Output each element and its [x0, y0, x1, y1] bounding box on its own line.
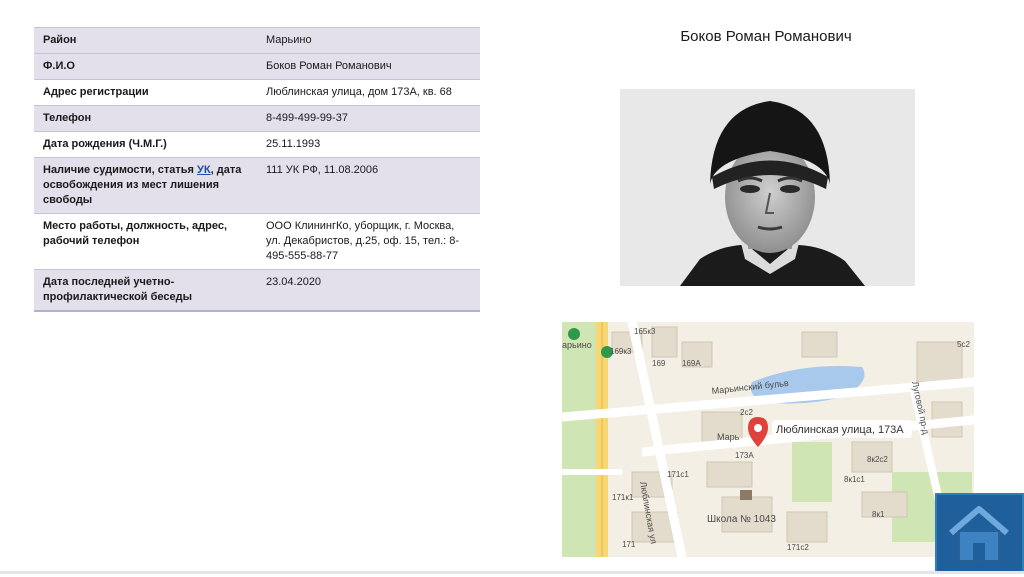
school-icon	[740, 490, 752, 500]
table-cell-label: Ф.И.О	[34, 53, 257, 80]
table-row: Телефон 8-499-499-99-37	[34, 105, 480, 132]
map-label: 5с2	[957, 340, 970, 349]
table-cell-value: 25.11.1993	[257, 131, 480, 158]
map-label: 8к1	[872, 510, 885, 519]
map-label: 8к1с1	[844, 475, 865, 484]
map-label: Школа № 1043	[707, 514, 776, 525]
map-label: 171с2	[787, 543, 809, 552]
table-cell-label: Дата рождения (Ч.М.Г.)	[34, 131, 257, 158]
table-cell-label: Телефон	[34, 105, 257, 132]
home-icon	[949, 506, 1009, 562]
table-cell-value: 8-499-499-99-37	[257, 105, 480, 132]
suspect-photo	[620, 89, 915, 286]
table-row: Дата рождения (Ч.М.Г.) 25.11.1993	[34, 131, 480, 158]
table-cell-value: 111 УК РФ, 11.08.2006	[257, 157, 480, 214]
info-table: Район Марьино Ф.И.О Боков Роман Романови…	[34, 27, 480, 312]
map-label: арьино	[562, 340, 592, 350]
label-text: Наличие судимости, статья	[43, 164, 198, 176]
park-area	[792, 442, 832, 502]
map-street-label: Марь	[717, 432, 740, 442]
table-cell-label: Адрес регистрации	[34, 79, 257, 106]
table-cell-value: Люблинская улица, дом 173А, кв. 68	[257, 79, 480, 106]
map-label: 173А	[735, 451, 754, 460]
table-cell-value: 23.04.2020	[257, 269, 480, 311]
map-label: 2с2	[740, 408, 753, 417]
map-label: 169к3	[610, 347, 632, 356]
map-label: 169	[652, 359, 666, 368]
table-cell-label: Дата последней учетно-профилактической б…	[34, 269, 257, 311]
table-cell-value: ООО КлинингКо, уборщик, г. Москва, ул. Д…	[257, 213, 480, 270]
map-label: 171с1	[667, 470, 689, 479]
table-cell-value: Марьино	[257, 27, 480, 54]
table-cell-value: Боков Роман Романович	[257, 53, 480, 80]
location-map[interactable]: арьино 165к3 169к3 169 169А Марьинский б…	[562, 322, 974, 557]
table-row: Место работы, должность, адрес, рабочий …	[34, 213, 480, 270]
table-cell-label: Район	[34, 27, 257, 54]
table-row: Наличие судимости, статья УК, дата освоб…	[34, 157, 480, 214]
map-label: 8к2с2	[867, 455, 888, 464]
portrait-image	[620, 89, 915, 286]
map-label: 171	[622, 540, 636, 549]
table-row: Адрес регистрации Люблинская улица, дом …	[34, 79, 480, 106]
person-name-title: Боков Роман Романович	[680, 28, 852, 45]
table-row: Район Марьино	[34, 27, 480, 54]
map-canvas[interactable]: арьино 165к3 169к3 169 169А Марьинский б…	[562, 322, 974, 557]
map-label: 165к3	[634, 327, 656, 336]
table-cell-label: Наличие судимости, статья УК, дата освоб…	[34, 157, 257, 214]
pin-label: Люблинская улица, 173А	[776, 424, 904, 436]
uk-link[interactable]: УК	[197, 164, 211, 176]
table-cell-label: Место работы, должность, адрес, рабочий …	[34, 213, 257, 270]
metro-icon	[568, 328, 580, 340]
table-row: Дата последней учетно-профилактической б…	[34, 269, 480, 311]
table-row: Ф.И.О Боков Роман Романович	[34, 53, 480, 80]
map-label: 171к1	[612, 493, 634, 502]
map-label: 169А	[682, 359, 701, 368]
home-button[interactable]	[935, 493, 1024, 574]
